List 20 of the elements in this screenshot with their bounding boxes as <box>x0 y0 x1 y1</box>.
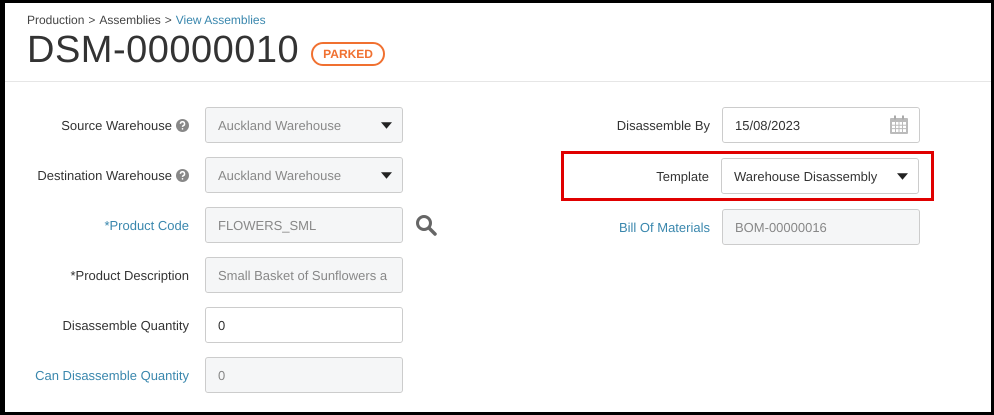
page-title: DSM-00000010 <box>27 29 300 72</box>
calendar-icon[interactable] <box>889 115 909 135</box>
date-field[interactable]: 15/08/2023 <box>722 107 920 143</box>
breadcrumb-separator: > <box>88 13 96 27</box>
field-label: Destination Warehouse <box>37 168 172 182</box>
caret-icon <box>381 122 392 128</box>
breadcrumb-link[interactable]: Assemblies <box>99 13 161 27</box>
breadcrumb-link[interactable]: Production <box>27 13 84 27</box>
caret-icon <box>381 172 392 178</box>
field-label: *Product Description <box>70 268 189 282</box>
input-field[interactable]: 0 <box>205 307 403 343</box>
field-label: Disassemble By <box>616 118 710 132</box>
caret-icon <box>897 172 908 180</box>
field-label: Source Warehouse <box>61 118 172 132</box>
field-label: Disassemble Quantity <box>62 318 189 332</box>
status-badge: PARKED <box>311 42 385 66</box>
breadcrumb-separator: > <box>164 13 172 27</box>
field-label: Template <box>656 168 709 184</box>
breadcrumb-link[interactable]: View Assemblies <box>176 13 266 27</box>
dropdown-field[interactable]: Warehouse Disassembly <box>721 158 919 194</box>
